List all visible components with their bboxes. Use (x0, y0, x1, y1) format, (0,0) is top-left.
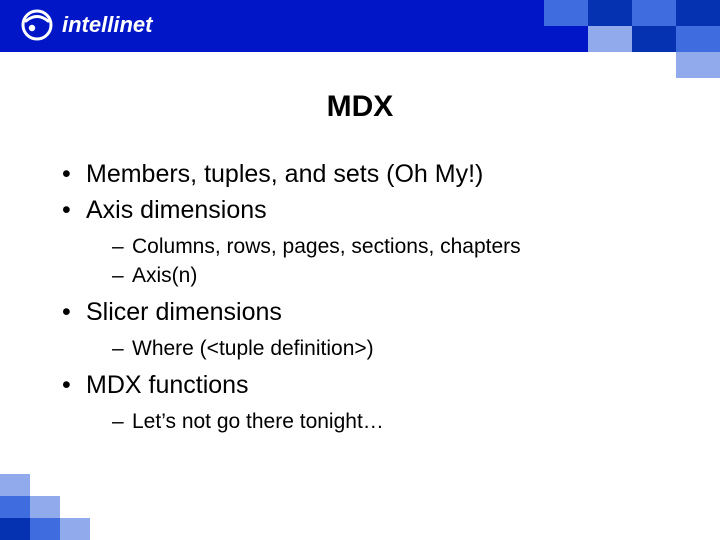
decor-mosaic-bottom-left (0, 460, 120, 540)
bullet-item: Members, tuples, and sets (Oh My!) (60, 158, 660, 192)
sub-bullet-item: Where (<tuple definition>) (86, 334, 660, 363)
sub-bullet-text: Where (<tuple definition>) (132, 337, 374, 360)
bullet-text: Members, tuples, and sets (Oh My!) (86, 160, 483, 188)
sub-bullet-text: Let’s not go there tonight… (132, 410, 384, 433)
bullet-text: Axis dimensions (86, 196, 267, 224)
bullet-item: MDX functions Let’s not go there tonight… (60, 369, 660, 436)
brand-logo-icon (20, 8, 54, 42)
bullet-item: Slicer dimensions Where (<tuple definiti… (60, 296, 660, 363)
slide: intellinet MDX Members, tuples, and sets… (0, 0, 720, 540)
bullet-text: Slicer dimensions (86, 298, 282, 326)
slide-content: Members, tuples, and sets (Oh My!) Axis … (60, 158, 660, 443)
sub-bullet-text: Columns, rows, pages, sections, chapters (132, 235, 521, 258)
bullet-item: Axis dimensions Columns, rows, pages, se… (60, 194, 660, 291)
slide-title: MDX (0, 90, 720, 124)
decor-mosaic-top-right (520, 0, 720, 80)
bullet-text: MDX functions (86, 371, 249, 399)
brand-name: intellinet (62, 12, 152, 38)
sub-bullet-item: Let’s not go there tonight… (86, 407, 660, 436)
brand-logo: intellinet (20, 8, 152, 42)
sub-bullet-item: Columns, rows, pages, sections, chapters (86, 232, 660, 261)
sub-bullet-item: Axis(n) (86, 261, 660, 290)
sub-bullet-text: Axis(n) (132, 264, 197, 287)
